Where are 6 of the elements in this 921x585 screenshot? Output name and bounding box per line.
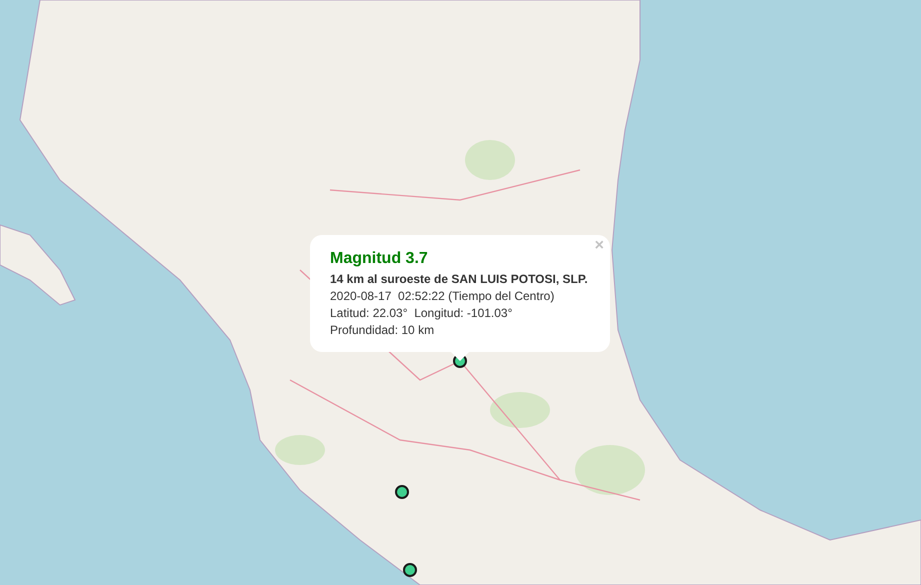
coordinates-text: Latitud: 22.03° Longitud: -101.03° [330,306,514,321]
location-text: 14 km al suroeste de SAN LUIS POTOSI, SLP. [330,272,589,287]
depth-text: Profundidad: 10 km [330,323,436,338]
datetime-text: 2020-08-17 02:52:22 (Tiempo del Centro) [330,289,556,304]
close-button[interactable]: × [594,237,604,255]
popup-title: Magnitud 3.7 [330,250,429,268]
